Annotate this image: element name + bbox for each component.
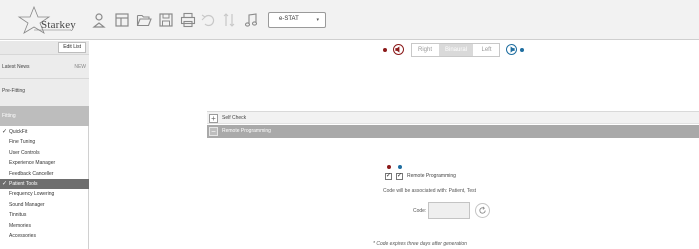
self-check-panel-header[interactable]: + Self Check xyxy=(207,111,699,124)
sidebar-item-label: Sound Manager xyxy=(9,201,45,208)
code-label: Code: xyxy=(413,208,427,214)
sidebar-item-quickfit[interactable]: ✓ QuickFit xyxy=(0,127,89,137)
sidebar-section-latest-news[interactable]: Latest News NEW xyxy=(0,54,89,78)
fitting-label: Fitting xyxy=(2,113,16,119)
remote-programming-header-label: Remote Programming xyxy=(222,128,271,134)
sidebar-item-label: Fine Tuning xyxy=(9,139,36,146)
sidebar-section-label: Pre-Fitting xyxy=(2,88,26,94)
left-ear-dot xyxy=(398,165,402,169)
main-toolbar: Starkey e-STAT ▾ xyxy=(0,0,699,40)
undo-icon[interactable] xyxy=(200,12,216,28)
remote-programming-panel-header[interactable]: − Remote Programming xyxy=(207,125,699,138)
print-icon[interactable] xyxy=(180,12,196,28)
edit-list-row: Edit List xyxy=(0,41,89,54)
sidebar-item-accessories[interactable]: Accessories xyxy=(0,231,89,241)
binaural-tab[interactable]: Binaural xyxy=(439,44,473,56)
right-speaker-icon[interactable] xyxy=(393,44,404,55)
fitting-app-window: Starkey e-STAT ▾ Edit List Latest News N… xyxy=(0,0,699,249)
estat-dropdown[interactable]: e-STAT ▾ xyxy=(268,12,326,28)
save-icon[interactable] xyxy=(158,12,174,28)
code-expiry-note: * Code expires three days after generati… xyxy=(373,241,467,247)
refresh-icon[interactable] xyxy=(475,203,490,218)
right-ear-dot xyxy=(387,165,391,169)
estat-label: e-STAT xyxy=(279,16,299,22)
edit-list-button[interactable]: Edit List xyxy=(58,42,86,53)
sidebar-item-label: Experience Manager xyxy=(9,160,56,167)
sort-icon[interactable] xyxy=(221,12,237,28)
self-check-label: Self Check xyxy=(222,115,247,121)
sidebar-section-pre-fitting[interactable]: Pre-Fitting xyxy=(0,78,89,102)
sidebar-item-fine-tuning[interactable]: Fine Tuning xyxy=(0,137,89,147)
sidebar-item-label: Memories xyxy=(9,222,31,229)
folder-open-icon[interactable] xyxy=(136,12,152,28)
sidebar-item-label: User Controls xyxy=(9,149,40,156)
fitting-items-list: ✓ QuickFit Fine Tuning User Controls Experie… xyxy=(0,127,89,241)
music-note-icon[interactable] xyxy=(243,12,259,28)
sidebar-item-label: Tinnitus xyxy=(9,212,27,219)
right-ear-tab[interactable]: Right xyxy=(412,44,438,56)
left-ear-checkbox[interactable]: ✓ xyxy=(396,173,403,180)
sidebar-item-sound-manager[interactable]: Sound Manager xyxy=(0,200,89,210)
ear-selector: Right Binaural Left xyxy=(382,42,524,60)
sidebar-section-label: Latest News xyxy=(2,64,30,70)
layout-icon[interactable] xyxy=(114,12,130,28)
sidebar-item-label: Patient Tools xyxy=(9,180,38,187)
code-association-text: Code will be associated with: Patient, T… xyxy=(383,188,477,194)
left-speaker-icon[interactable] xyxy=(506,44,517,55)
sidebar-item-label: Accessories xyxy=(9,232,36,239)
sidebar-item-label: Feedback Canceller xyxy=(9,170,54,177)
code-field[interactable] xyxy=(428,202,470,219)
sidebar-item-label: Frequency Lowering xyxy=(9,191,55,198)
sidebar-section-fitting[interactable]: Fitting xyxy=(0,106,89,126)
left-ear-dot xyxy=(520,48,524,52)
sidebar-item-memories[interactable]: Memories xyxy=(0,221,89,231)
sidebar-item-label: QuickFit xyxy=(9,129,28,135)
checkmark-icon: ✓ xyxy=(2,129,8,135)
ear-segmented-control: Right Binaural Left xyxy=(411,43,500,57)
checkmark-icon: ✓ xyxy=(2,180,8,187)
expand-icon[interactable]: + xyxy=(209,114,218,123)
sidebar-item-user-controls[interactable]: User Controls xyxy=(0,148,89,158)
right-ear-checkbox[interactable]: ✓ xyxy=(385,173,392,180)
right-ear-dot xyxy=(383,48,387,52)
sidebar-item-patient-tools[interactable]: ✓ Patient Tools xyxy=(0,178,89,190)
collapse-icon[interactable]: − xyxy=(209,127,218,136)
logo-text: Starkey xyxy=(41,19,77,31)
sidebar-item-tinnitus[interactable]: Tinnitus xyxy=(0,210,89,220)
remote-programming-checkbox-label: Remote Programming xyxy=(407,173,456,179)
user-icon[interactable] xyxy=(91,12,107,28)
left-ear-tab[interactable]: Left xyxy=(474,44,499,56)
sidebar-item-frequency-lowering[interactable]: Frequency Lowering xyxy=(0,189,89,199)
sidebar-item-feedback-canceller[interactable]: Feedback Canceller xyxy=(0,169,89,179)
navigation-sidebar: Edit List Latest News NEW Pre-Fitting Fi… xyxy=(0,41,89,249)
chevron-down-icon: ▾ xyxy=(316,17,319,23)
sidebar-item-experience-manager[interactable]: Experience Manager xyxy=(0,158,89,168)
starkey-logo[interactable]: Starkey xyxy=(14,5,76,34)
new-badge: NEW xyxy=(74,64,86,70)
